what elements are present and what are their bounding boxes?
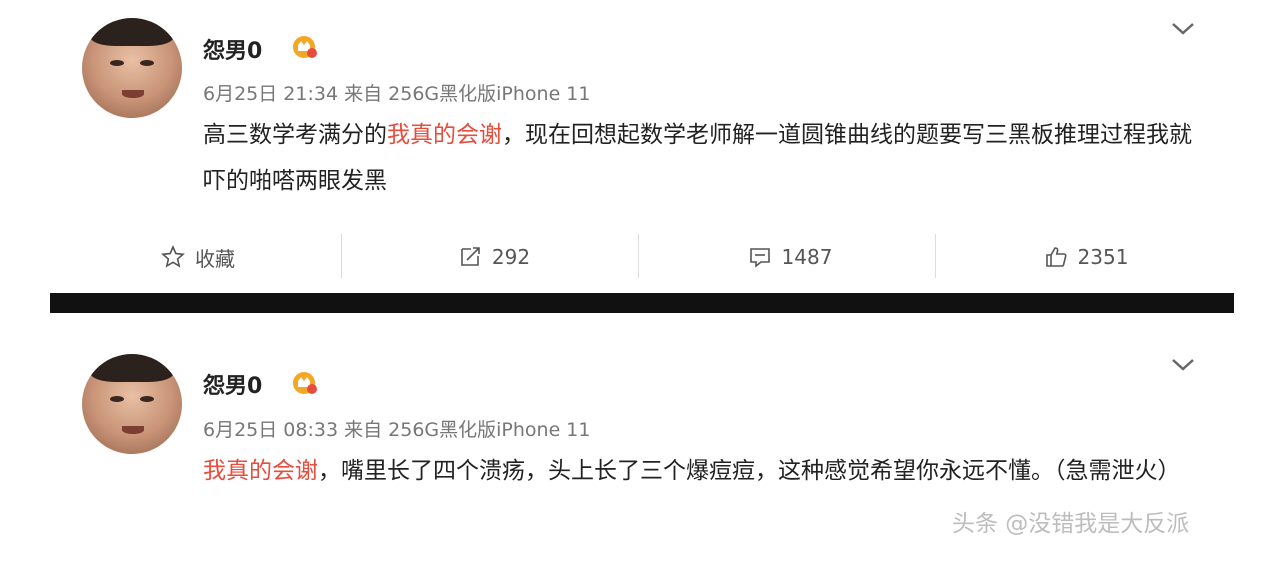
text-prefix: 高三数学考满分的	[203, 122, 387, 148]
post-meta: 6月25日 21:34 来自 256G黑化版iPhone 11	[203, 79, 591, 106]
highlight-text: 我真的会谢	[387, 122, 502, 148]
repost-button[interactable]: 292	[346, 232, 642, 282]
like-count: 2351	[1077, 245, 1129, 269]
watermark-text: 头条 @没错我是大反派	[952, 511, 1190, 537]
timestamp: 6月25日 08:33	[203, 419, 339, 441]
like-icon	[1045, 247, 1067, 267]
avatar[interactable]	[82, 18, 182, 118]
post-text: 高三数学考满分的我真的会谢，现在回想起数学老师解一道圆锥曲线的题要写三黑板推理过…	[203, 112, 1193, 204]
highlight-text: 我真的会谢	[203, 458, 318, 484]
post-separator-bar	[50, 293, 1234, 313]
repost-icon	[461, 247, 480, 266]
weibo-post-1: 怨男0 6月25日 21:34 来自 256G黑化版iPhone 11 高三数学…	[0, 0, 1280, 292]
comment-button[interactable]: 1487	[642, 232, 938, 282]
divider	[638, 234, 639, 278]
divider	[341, 234, 342, 278]
vip-badge-icon	[293, 36, 317, 58]
comment-count: 1487	[781, 245, 833, 269]
repost-count: 292	[491, 245, 531, 269]
watermark: 头条 @没错我是大反派	[952, 505, 1252, 537]
action-bar: 收藏 292 1487 2351	[50, 232, 1234, 282]
text-suffix: ，嘴里长了四个溃疡，头上长了三个爆痘痘，这种感觉希望你永远不懂。（急需泄火）	[318, 458, 1181, 484]
avatar[interactable]	[82, 354, 182, 454]
post-meta: 6月25日 08:33 来自 256G黑化版iPhone 11	[203, 415, 591, 442]
timestamp: 6月25日 21:34	[203, 83, 339, 105]
chevron-down-icon[interactable]	[1168, 18, 1198, 38]
source: 来自 256G黑化版iPhone 11	[344, 83, 591, 105]
comment-icon	[749, 248, 770, 268]
divider	[935, 234, 936, 278]
post-text: 我真的会谢，嘴里长了四个溃疡，头上长了三个爆痘痘，这种感觉希望你永远不懂。（急需…	[203, 448, 1193, 494]
username[interactable]: 怨男0	[203, 33, 262, 65]
source: 来自 256G黑化版iPhone 11	[344, 419, 591, 441]
star-icon	[161, 245, 185, 268]
vip-badge-icon	[293, 372, 317, 394]
chevron-down-icon[interactable]	[1168, 354, 1198, 374]
like-button[interactable]: 2351	[938, 232, 1234, 282]
username[interactable]: 怨男0	[203, 368, 262, 400]
favorite-button[interactable]: 收藏	[50, 232, 346, 282]
favorite-label: 收藏	[195, 246, 235, 271]
